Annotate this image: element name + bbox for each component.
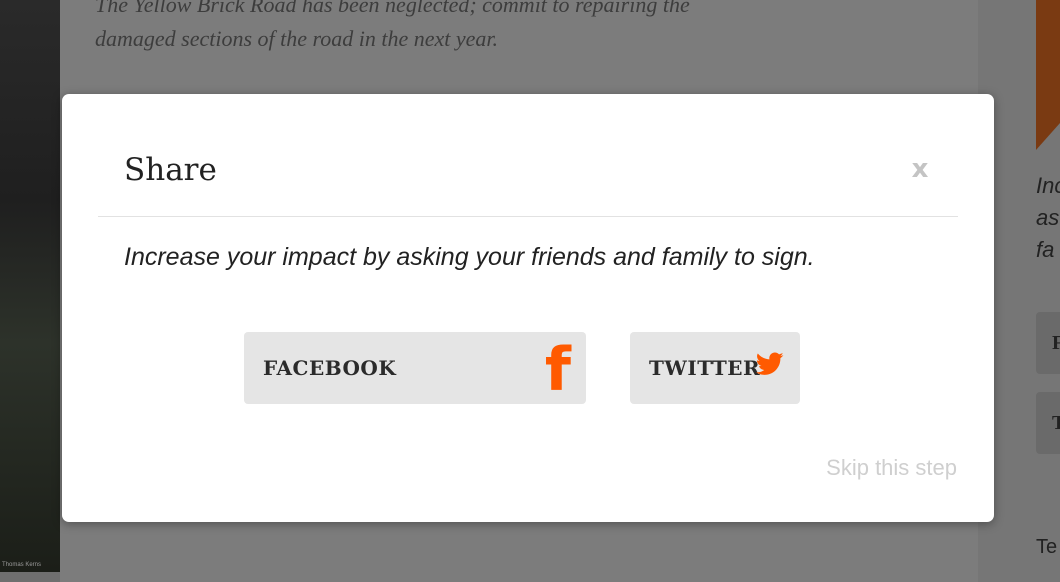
modal-header: Share x: [98, 94, 958, 217]
background-facebook-button: F: [1036, 312, 1060, 374]
background-twitter-button: T: [1036, 392, 1060, 454]
background-quote: The Yellow Brick Road has been neglected…: [95, 0, 855, 56]
close-button[interactable]: x: [908, 154, 932, 184]
share-modal: Share x Increase your impact by asking y…: [62, 94, 994, 522]
sidebar-text-line: as: [1036, 205, 1060, 230]
facebook-button-label: FACEBOOK: [263, 356, 397, 380]
photo-credit: Thomas Kerns: [2, 562, 42, 568]
twitter-share-button[interactable]: TWITTER: [630, 332, 800, 404]
background-photo: Thomas Kerns: [0, 0, 60, 572]
skip-step-link[interactable]: Skip this step: [826, 455, 957, 481]
facebook-icon: f: [544, 335, 571, 405]
facebook-share-button[interactable]: FACEBOOK f: [244, 332, 586, 404]
background-bottom-label: Te: [1036, 536, 1058, 558]
twitter-button-label: TWITTER: [649, 356, 761, 380]
twitter-bird-icon: [756, 352, 784, 375]
background-sidebar-text: Inc as fa: [1036, 170, 1060, 266]
sidebar-text-line: Inc: [1036, 173, 1060, 198]
share-message: Increase your impact by asking your frie…: [124, 243, 815, 271]
background-quote-line: The Yellow Brick Road has been neglected…: [95, 0, 690, 17]
sidebar-text-line: fa: [1036, 237, 1055, 262]
modal-title: Share: [124, 152, 217, 188]
background-quote-line: damaged sections of the road in the next…: [95, 26, 499, 51]
